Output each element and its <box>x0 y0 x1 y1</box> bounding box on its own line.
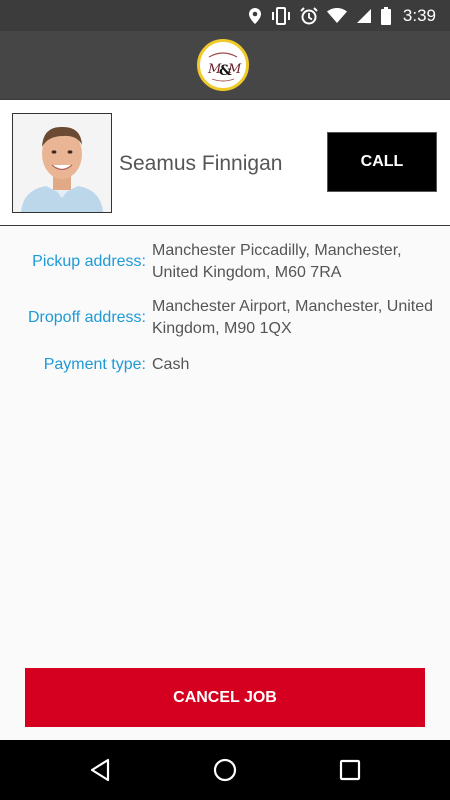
cancel-job-button[interactable]: CANCEL JOB <box>25 668 425 727</box>
pickup-value: Manchester Piccadilly, Manchester, Unite… <box>152 242 402 281</box>
signal-icon <box>356 8 371 23</box>
location-icon <box>248 7 261 24</box>
status-clock: 3:39 <box>402 5 436 25</box>
call-button[interactable]: CALL <box>327 132 437 192</box>
avatar <box>12 113 112 213</box>
payment-value: Cash <box>152 356 190 373</box>
mm-logo-icon: M & M <box>197 39 249 91</box>
home-icon[interactable] <box>212 757 238 783</box>
vibrate-icon <box>271 6 290 25</box>
recents-icon[interactable] <box>337 757 363 783</box>
battery-icon <box>380 6 391 25</box>
dropoff-label: Dropoff address: <box>28 309 146 326</box>
alarm-icon <box>300 6 318 24</box>
back-icon[interactable] <box>87 757 113 783</box>
wifi-icon <box>326 7 347 23</box>
svg-text:M: M <box>227 62 242 77</box>
dropoff-value: Manchester Airport, Manchester, United K… <box>152 298 434 337</box>
nav-bar <box>0 740 450 800</box>
driver-name: Seamus Finnigan <box>119 152 283 175</box>
pickup-label: Pickup address: <box>32 253 146 270</box>
payment-label: Payment type: <box>43 356 146 373</box>
status-bar: 3:39 <box>0 0 450 31</box>
app-bar: M & M <box>0 31 450 99</box>
status-icons: 3:39 <box>248 0 436 31</box>
driver-card: Seamus Finnigan CALL <box>0 99 450 226</box>
